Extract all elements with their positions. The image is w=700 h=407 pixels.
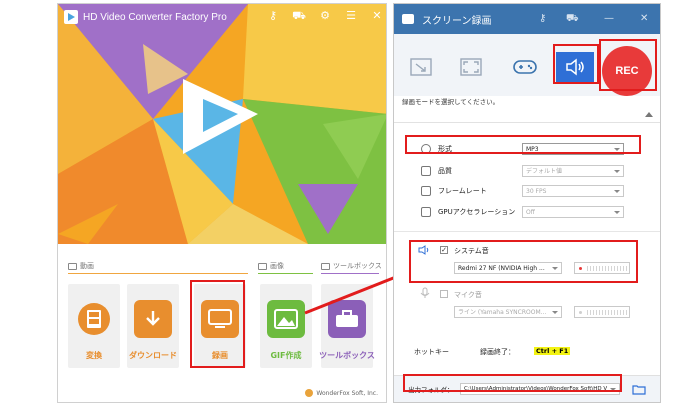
highlight-record-tile	[190, 280, 245, 368]
gpu-icon	[421, 207, 431, 217]
highlight-audio-mode	[553, 44, 599, 84]
footer-brand: WonderFox Soft, Inc.	[305, 389, 378, 397]
section-video-label: 動画	[80, 262, 94, 270]
title-bar-controls: ⚷ ⛟ ⚙ ☰ ✕	[266, 9, 384, 23]
folder-icon[interactable]	[632, 384, 646, 395]
quality-label: 品質	[438, 167, 452, 175]
menu-icon[interactable]: ☰	[344, 9, 358, 23]
tile-download-label: ダウンロード	[129, 351, 177, 360]
image-icon	[258, 262, 267, 270]
footer-brand-text: WonderFox Soft, Inc.	[316, 389, 378, 397]
hotkey-value[interactable]: Ctrl + F1	[534, 347, 571, 355]
download-icon	[134, 300, 172, 338]
collapse-arrow-icon[interactable]	[645, 112, 653, 117]
framerate-select[interactable]: 30 FPS	[522, 185, 624, 197]
highlight-rec-button	[599, 39, 657, 91]
gpu-label: GPUアクセラレーション	[438, 208, 516, 216]
minimize-icon[interactable]: —	[604, 13, 614, 24]
recorder-logo-icon	[402, 14, 414, 24]
film-icon	[68, 262, 77, 270]
tile-gif-maker-label: GIF作成	[270, 351, 302, 360]
mic-device-select[interactable]: ライン (Yamaha SYNCROOM...	[454, 306, 562, 318]
game-mode-button[interactable]	[506, 52, 544, 82]
hero-artwork	[58, 4, 386, 244]
mic-label: マイク音	[454, 291, 482, 299]
fullscreen-mode-button[interactable]	[452, 52, 490, 82]
tile-download[interactable]: ダウンロード	[127, 284, 179, 368]
level-bars	[587, 310, 627, 315]
tile-convert-label: 変換	[86, 351, 102, 360]
region-select-icon	[410, 58, 432, 76]
region-mode-button[interactable]	[402, 52, 440, 82]
wonderfox-logo-icon	[305, 389, 314, 397]
mode-hint: 録画モードを選択してください。	[402, 98, 500, 106]
level-dot-icon	[579, 311, 582, 314]
tile-convert[interactable]: 変換	[68, 284, 120, 368]
cart-icon[interactable]: ⛟	[566, 13, 579, 26]
divider	[394, 231, 660, 232]
recorder-title-bar: スクリーン録画 ⚷ ⛟ — ✕	[394, 4, 660, 34]
hero-banner	[58, 4, 386, 244]
key-icon[interactable]: ⚷	[266, 9, 280, 23]
convert-film-icon	[75, 300, 113, 338]
hotkey-label: ホットキー	[414, 348, 449, 356]
highlight-format-row	[405, 135, 641, 154]
settings-icon[interactable]: ⚙	[318, 9, 332, 23]
quality-select[interactable]: デフォルト値	[522, 165, 624, 177]
app-title: HD Video Converter Factory Pro	[83, 11, 227, 23]
mic-checkbox[interactable]	[440, 290, 448, 298]
mic-meter	[574, 306, 630, 318]
gpu-select[interactable]: Off	[522, 206, 624, 218]
section-video: 動画	[68, 261, 94, 271]
gamepad-icon	[513, 60, 537, 74]
app-logo-icon	[64, 10, 78, 24]
screenshot-stage: HD Video Converter Factory Pro ⚷ ⛟ ⚙ ☰ ✕…	[0, 0, 700, 407]
title-bar: HD Video Converter Factory Pro ⚷ ⛟ ⚙ ☰ ✕	[58, 4, 386, 30]
tile-toolbox-label: ツールボックス	[319, 351, 375, 360]
framerate-icon	[421, 186, 431, 196]
section-image-label: 画像	[270, 262, 284, 270]
quality-icon	[421, 166, 431, 176]
highlight-output-folder	[403, 374, 622, 392]
section-image: 画像	[258, 261, 284, 271]
close-icon[interactable]: ✕	[640, 13, 648, 24]
cart-icon[interactable]: ⛟	[292, 9, 306, 23]
fullscreen-icon	[460, 58, 482, 76]
section-video-line	[68, 273, 248, 274]
hotkey-action: 録画終了：	[480, 348, 515, 356]
recorder-title: スクリーン録画	[422, 15, 492, 27]
highlight-system-audio	[409, 240, 638, 283]
framerate-label: フレームレート	[438, 187, 487, 195]
close-icon[interactable]: ✕	[370, 9, 384, 23]
microphone-icon	[420, 287, 430, 298]
key-icon[interactable]: ⚷	[539, 13, 546, 24]
